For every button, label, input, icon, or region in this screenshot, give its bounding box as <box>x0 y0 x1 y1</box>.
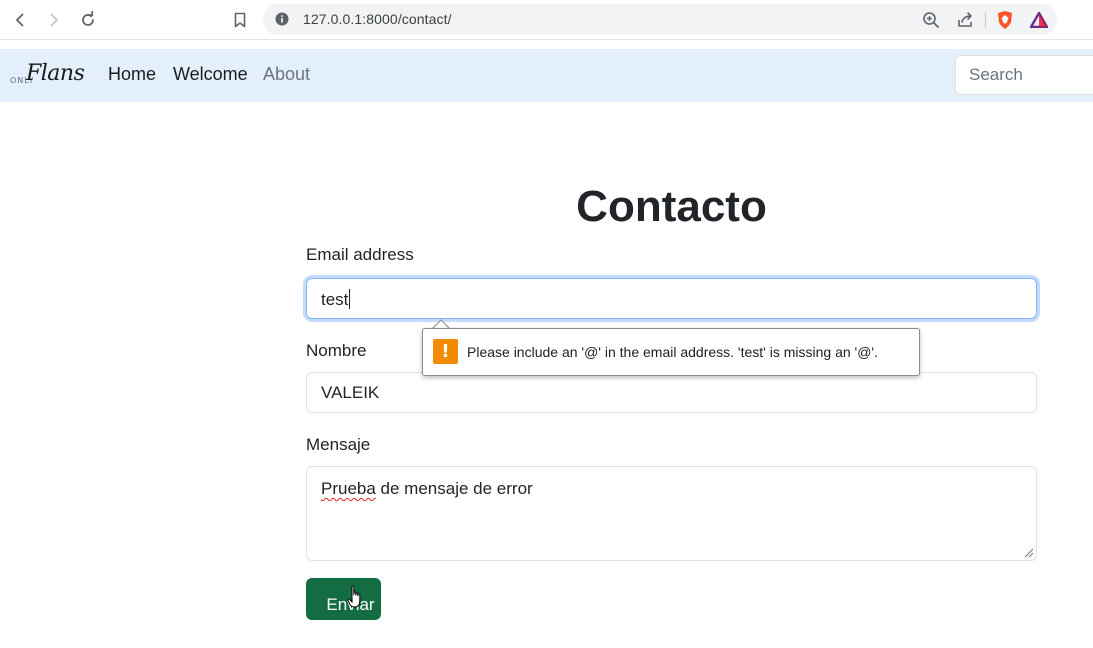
nombre-field[interactable]: VALEIK <box>306 372 1037 413</box>
text-caret <box>349 289 351 309</box>
nav-link-welcome[interactable]: Welcome <box>173 64 248 85</box>
nombre-label: Nombre <box>306 341 367 360</box>
brand-logo[interactable]: ONLY Flans <box>10 61 90 91</box>
resize-grip-icon[interactable] <box>1024 548 1034 558</box>
forward-icon[interactable] <box>42 8 66 32</box>
site-navbar: ONLY Flans Home Welcome About Search <box>0 49 1093 102</box>
validation-message: Please include an '@' in the email addre… <box>467 344 878 360</box>
warning-icon: ! <box>433 339 458 364</box>
bookmark-icon[interactable] <box>228 8 252 32</box>
share-icon[interactable] <box>954 9 976 31</box>
back-icon[interactable] <box>8 8 32 32</box>
brave-rewards-icon[interactable] <box>1028 9 1050 31</box>
hand-cursor-icon <box>347 585 361 608</box>
email-value: test <box>321 290 349 309</box>
email-label: Email address <box>306 245 414 264</box>
mensaje-label: Mensaje <box>306 435 371 454</box>
reload-icon[interactable] <box>76 8 100 32</box>
misspelled-word: Prueba <box>321 479 376 498</box>
validation-tooltip: ! Please include an '@' in the email add… <box>422 328 920 376</box>
submit-button[interactable]: Enviar <box>306 578 381 620</box>
nav-link-about[interactable]: About <box>263 64 310 85</box>
brave-shields-icon[interactable] <box>994 9 1016 31</box>
email-field[interactable]: test <box>306 278 1037 319</box>
search-input[interactable]: Search <box>955 55 1093 95</box>
page-title: Contacto <box>576 182 767 231</box>
mensaje-value-rest: de mensaje de error <box>375 479 533 498</box>
nombre-value: VALEIK <box>321 383 380 402</box>
browser-toolbar: 127.0.0.1:8000/contact/ <box>0 0 1093 40</box>
address-bar[interactable]: 127.0.0.1:8000/contact/ <box>263 4 1057 35</box>
nav-link-home[interactable]: Home <box>108 64 156 85</box>
site-info-icon[interactable] <box>275 12 289 26</box>
mensaje-textarea[interactable]: Prueba de mensaje de error <box>306 466 1037 561</box>
zoom-icon[interactable] <box>920 9 942 31</box>
brand-name: Flans <box>26 61 85 86</box>
url-text[interactable]: 127.0.0.1:8000/contact/ <box>303 11 452 27</box>
url-separator <box>985 12 986 28</box>
